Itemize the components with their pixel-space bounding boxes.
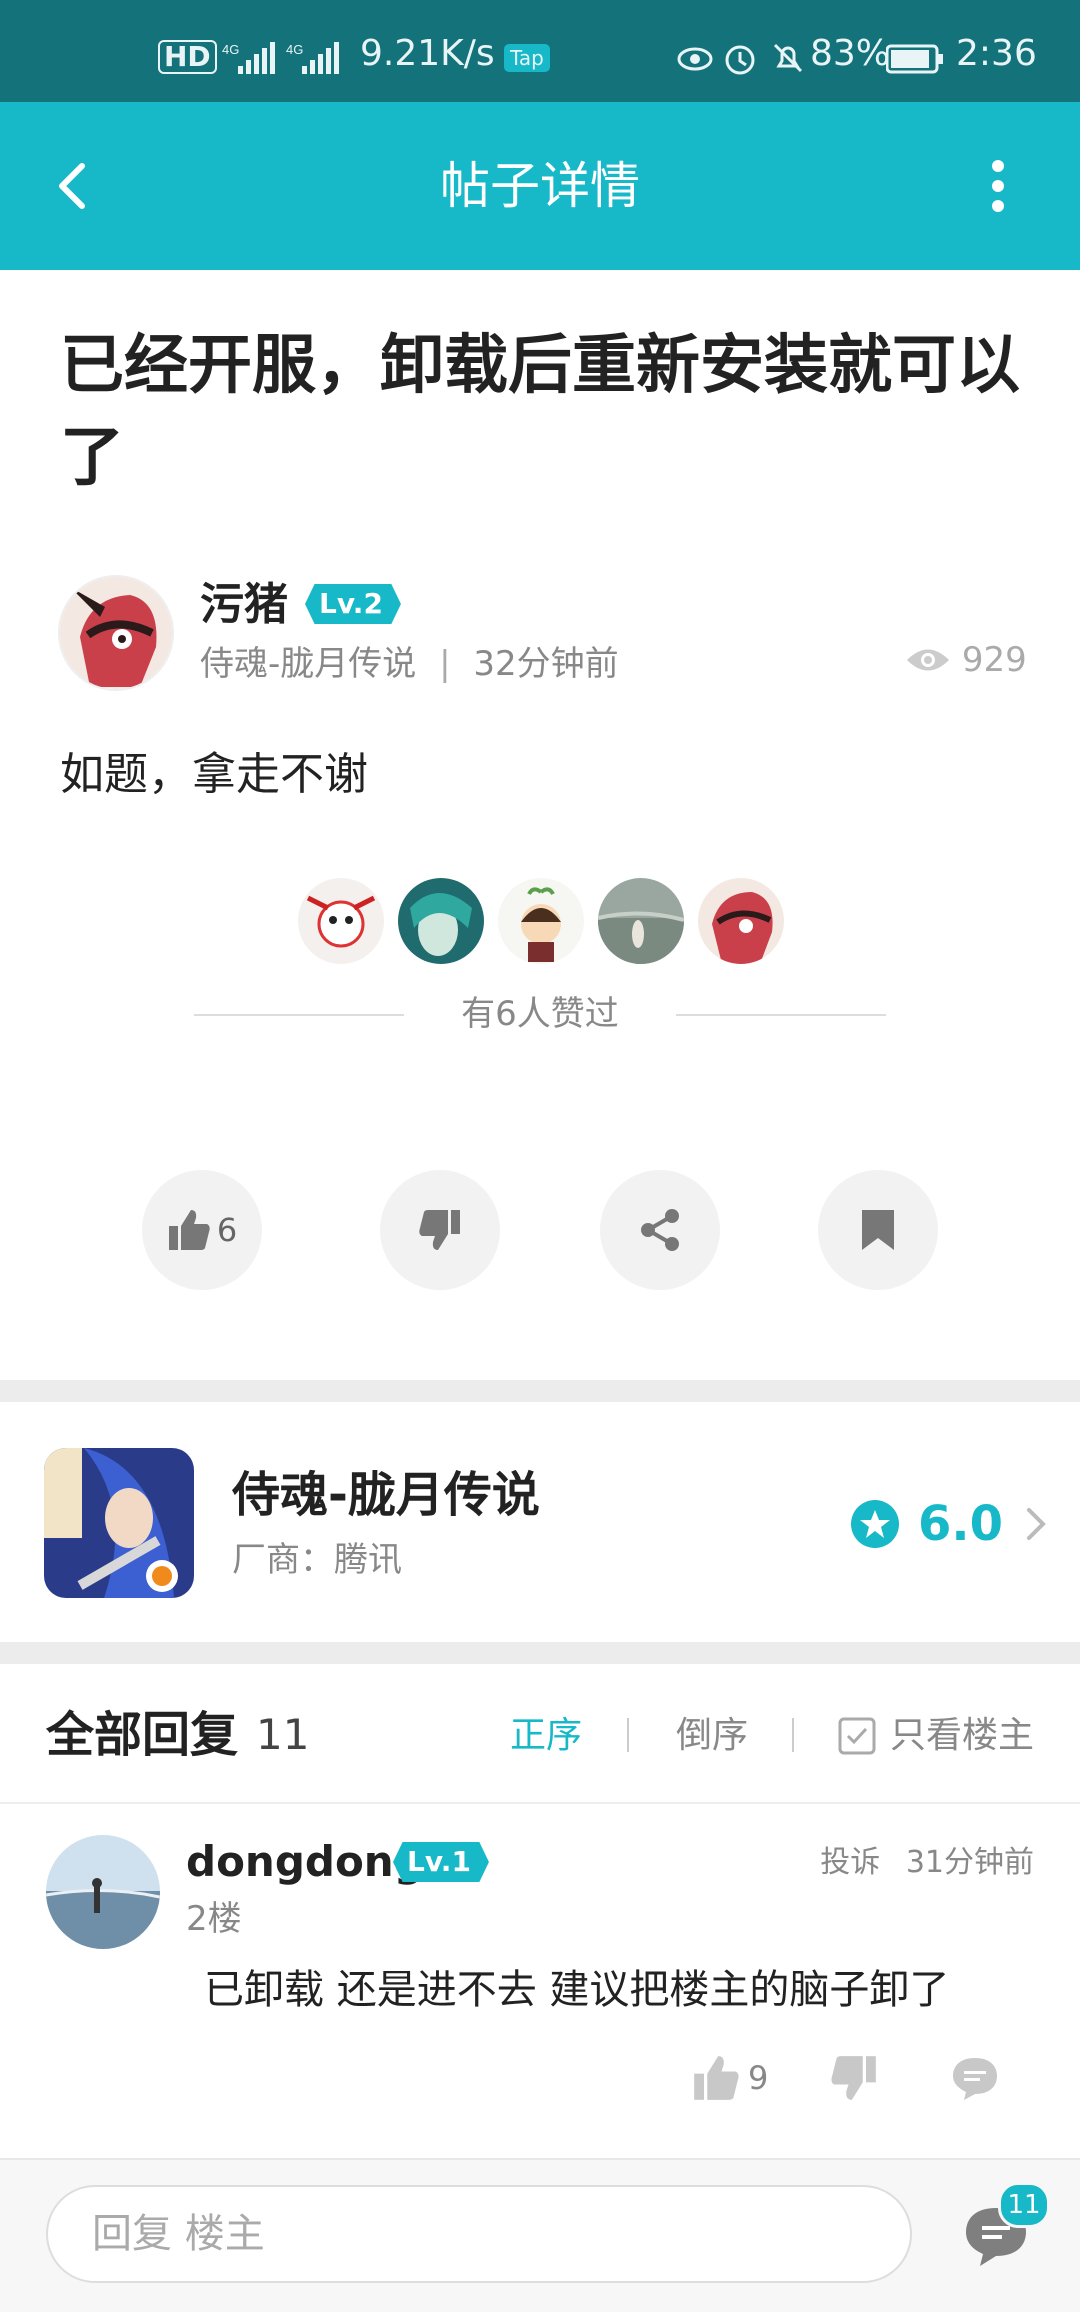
like-button[interactable]: 6 xyxy=(142,1170,262,1290)
game-name[interactable]: 侍魂-胧月传说 xyxy=(232,1465,540,1525)
comment-icon xyxy=(953,2058,997,2100)
reply-avatar[interactable] xyxy=(46,1835,160,1949)
eye-icon xyxy=(907,649,949,671)
meta-separator: | xyxy=(439,644,451,684)
post-title: 已经开服，卸载后重新安装就可以了 xyxy=(60,329,1020,495)
author-name[interactable]: 污猪 xyxy=(200,577,288,633)
signal-icon: 4G 4G xyxy=(222,42,339,74)
thumbs-down-icon xyxy=(419,1210,460,1250)
liker-avatar[interactable] xyxy=(298,878,384,964)
view-count-value: 929 xyxy=(961,640,1027,680)
alarm-icon xyxy=(725,45,755,75)
bookmark-button[interactable] xyxy=(818,1170,938,1290)
reply-like-count: 9 xyxy=(748,2059,769,2097)
reply-meta: 投诉 31分钟前 xyxy=(820,1843,1034,1883)
reply-comment-button[interactable] xyxy=(950,2050,1000,2106)
sort-separator xyxy=(627,1718,629,1752)
reply-body: 已卸载 还是进不去 建议把楼主的脑子卸了 xyxy=(204,1967,950,2013)
liker-avatar[interactable] xyxy=(698,878,784,964)
hd-indicator: HD xyxy=(158,40,217,74)
svg-text:4G: 4G xyxy=(222,42,239,57)
only-op-label: 只看楼主 xyxy=(890,1715,1035,1756)
sort-descending[interactable]: 倒序 xyxy=(676,1712,748,1760)
svg-text:4G: 4G xyxy=(286,42,303,57)
reply-time: 31分钟前 xyxy=(905,1845,1034,1880)
like-count: 6 xyxy=(216,1211,238,1249)
reply-author-name[interactable]: dongdong xyxy=(186,1834,424,1890)
replies-title: 全部回复 xyxy=(46,1707,239,1763)
view-count: 929 xyxy=(905,638,1027,682)
dislike-button[interactable] xyxy=(380,1170,500,1290)
game-rating[interactable]: 6.0 xyxy=(850,1492,1051,1556)
sort-separator xyxy=(792,1718,794,1752)
rating-score: 6.0 xyxy=(918,1496,1004,1552)
section-divider xyxy=(0,1642,1080,1664)
liker-avatar[interactable] xyxy=(598,878,684,964)
share-button[interactable] xyxy=(600,1170,720,1290)
section-divider xyxy=(0,1380,1080,1402)
thumbs-up-icon xyxy=(168,1210,210,1250)
thumbs-up-icon xyxy=(694,2056,739,2100)
report-link[interactable]: 投诉 xyxy=(820,1845,880,1880)
game-icon[interactable] xyxy=(44,1448,194,1598)
replies-count: 11 xyxy=(256,1710,310,1759)
author-game[interactable]: 侍魂-胧月传说 xyxy=(200,644,416,684)
liker-avatar[interactable] xyxy=(398,878,484,964)
reply-like-button[interactable]: 9 xyxy=(692,2050,768,2106)
more-options-icon[interactable] xyxy=(960,150,1032,222)
reply-level-badge: Lv.1 xyxy=(393,1842,489,1882)
chevron-right-icon xyxy=(1027,1508,1046,1540)
reply-input[interactable]: 回复 楼主 xyxy=(46,2185,912,2283)
divider-line xyxy=(0,1802,1080,1804)
page-title: 帖子详情 xyxy=(440,157,640,215)
status-bar: HD 4G 4G 9.21K/s Tap 83% 2:36 xyxy=(0,0,1080,102)
author-meta: 侍魂-胧月传说 | 32分钟前 xyxy=(200,642,619,686)
battery-icon xyxy=(886,44,943,74)
network-speed: 9.21K/s xyxy=(360,33,495,74)
reply-dislike-button[interactable] xyxy=(830,2050,878,2106)
bookmark-icon xyxy=(862,1210,894,1250)
author-level-badge: Lv.2 xyxy=(305,584,401,624)
reply-floor: 2楼 xyxy=(186,1899,242,1939)
battery-percent: 83% xyxy=(810,33,891,74)
game-vendor: 厂商：腾讯 xyxy=(232,1540,402,1580)
divider-line xyxy=(676,1014,886,1016)
app-bar: 帖子详情 xyxy=(0,102,1080,270)
author-avatar[interactable] xyxy=(58,575,174,691)
tap-app-badge: Tap xyxy=(504,44,550,72)
clock: 2:36 xyxy=(956,33,1037,74)
star-icon xyxy=(851,1500,899,1548)
comments-count-badge: 11 xyxy=(998,2182,1050,2228)
checkbox-icon xyxy=(838,1717,876,1755)
eye-comfort-icon xyxy=(677,47,713,71)
post-time: 32分钟前 xyxy=(473,644,619,684)
sort-ascending[interactable]: 正序 xyxy=(510,1712,582,1760)
only-op-toggle[interactable]: 只看楼主 xyxy=(838,1712,1034,1760)
share-icon xyxy=(641,1209,679,1251)
likes-summary[interactable]: 有6人赞过 xyxy=(190,990,890,1038)
post-body: 如题，拿走不谢 xyxy=(60,749,368,800)
thumbs-down-icon xyxy=(831,2056,876,2100)
mute-bell-icon xyxy=(773,43,803,73)
liker-avatar[interactable] xyxy=(498,878,584,964)
